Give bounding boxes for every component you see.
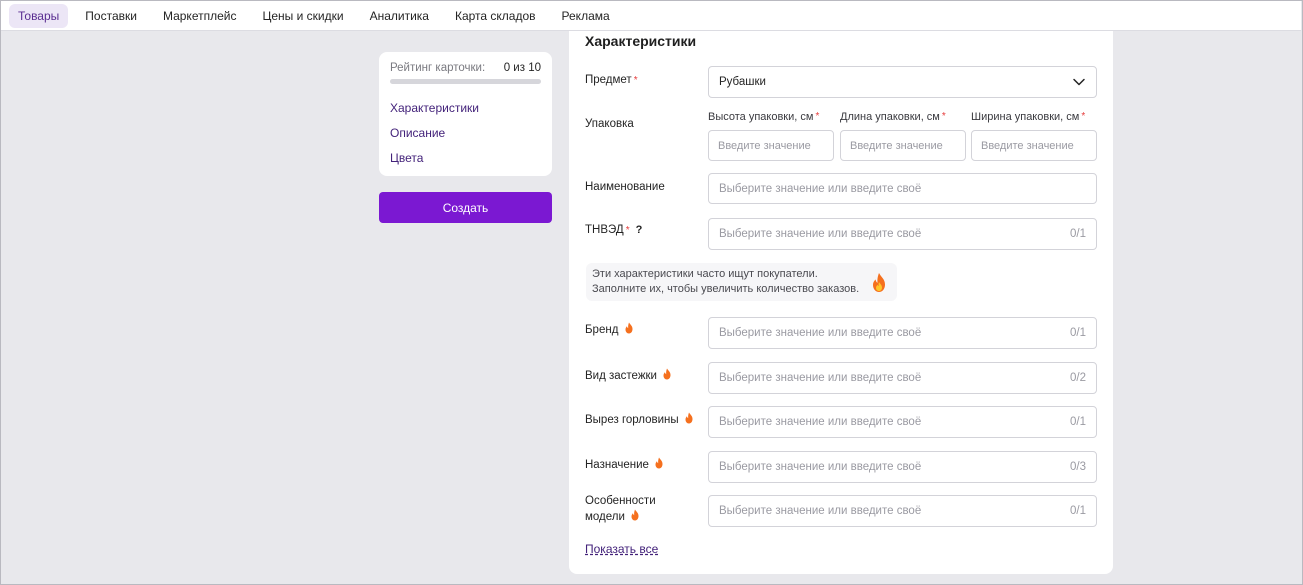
brand-counter: 0/1 [1070,327,1086,339]
subject-select[interactable]: Рубашки [708,66,1097,98]
fire-icon [625,322,633,334]
model-features-counter: 0/1 [1070,505,1086,517]
rating-label: Рейтинг карточки: [390,62,486,74]
nav-tab-marketplace[interactable]: Маркетплейс [154,4,246,28]
hint-line-2: Заполните их, чтобы увеличить количество… [592,283,860,295]
name-input[interactable]: Выберите значение или введите своё [708,173,1097,204]
subject-label: Предмет * [585,74,638,86]
required-mark: * [625,225,630,236]
brand-label: Бренд [585,322,634,338]
required-mark: * [633,75,638,86]
fire-icon [655,457,663,469]
tnved-placeholder: Выберите значение или введите своё [719,228,922,240]
card-rating-panel: Рейтинг карточки: 0 из 10 Характеристики… [379,52,552,176]
required-mark: * [941,111,946,122]
tnved-label: ТНВЭД *? [585,224,643,236]
fire-icon [631,509,639,521]
purpose-label: Назначение [585,457,664,473]
package-label: Упаковка [585,118,634,130]
neckline-input[interactable]: Выберите значение или введите своё 0/1 [708,406,1097,438]
name-placeholder: Выберите значение или введите своё [719,182,922,195]
section-link-description[interactable]: Описание [390,126,445,140]
package-height-label: Высота упаковки, см * [708,111,820,123]
section-link-characteristics[interactable]: Характеристики [390,101,479,115]
fastener-input[interactable]: Выберите значение или введите своё 0/2 [708,362,1097,394]
create-button[interactable]: Создать [379,192,552,223]
fastener-placeholder: Выберите значение или введите своё [719,372,922,384]
nav-tab-supplies[interactable]: Поставки [76,4,146,28]
nav-tab-prices[interactable]: Цены и скидки [253,4,352,28]
package-width-input[interactable]: Введите значение [971,130,1097,161]
model-features-label: Особенности модели [585,495,656,523]
brand-input[interactable]: Выберите значение или введите своё 0/1 [708,317,1097,349]
neckline-placeholder: Выберите значение или введите своё [719,416,922,428]
package-length-input[interactable]: Введите значение [840,130,966,161]
fire-icon [685,412,693,424]
top-navigation: Товары Поставки Маркетплейс Цены и скидк… [1,1,1301,31]
neckline-label: Вырез горловины [585,412,694,428]
purpose-placeholder: Выберите значение или введите своё [719,461,922,473]
tnved-input[interactable]: Выберите значение или введите своё 0/1 [708,218,1097,250]
fire-icon [873,273,885,292]
fastener-label: Вид застежки [585,368,672,384]
fastener-counter: 0/2 [1070,372,1086,384]
show-all-link[interactable]: Показать все [585,542,658,556]
nav-tab-analytics[interactable]: Аналитика [361,4,438,28]
hint-line-1: Эти характеристики часто ищут покупатели… [592,268,818,280]
fire-icon [663,368,671,380]
subject-value: Рубашки [719,76,766,88]
package-length-label: Длина упаковки, см * [840,111,946,123]
rating-row: Рейтинг карточки: 0 из 10 [390,62,541,74]
help-icon[interactable]: ? [636,224,643,236]
neckline-counter: 0/1 [1070,416,1086,428]
tnved-counter: 0/1 [1070,228,1086,240]
nav-tab-ads[interactable]: Реклама [553,4,619,28]
model-features-placeholder: Выберите значение или введите своё [719,505,922,517]
chevron-down-icon [1073,78,1085,86]
purpose-counter: 0/3 [1070,461,1086,473]
model-features-input[interactable]: Выберите значение или введите своё 0/1 [708,495,1097,527]
rating-value: 0 из 10 [503,62,541,74]
nav-tab-goods[interactable]: Товары [9,3,69,28]
section-title: Характеристики [585,33,697,49]
package-height-input[interactable]: Введите значение [708,130,834,161]
brand-placeholder: Выберите значение или введите своё [719,327,922,339]
rating-progress-bar [390,79,541,84]
name-label: Наименование [585,181,665,193]
nav-tab-warehouse-map[interactable]: Карта складов [446,4,545,28]
required-mark: * [1081,111,1086,122]
package-width-label: Ширина упаковки, см * [971,111,1086,123]
characteristics-card: Характеристики Предмет * Рубашки Упаковка… [569,31,1113,574]
purpose-input[interactable]: Выберите значение или введите своё 0/3 [708,451,1097,483]
section-link-colors[interactable]: Цвета [390,151,423,165]
required-mark: * [815,111,820,122]
popular-hint-banner: Эти характеристики часто ищут покупатели… [586,263,897,301]
